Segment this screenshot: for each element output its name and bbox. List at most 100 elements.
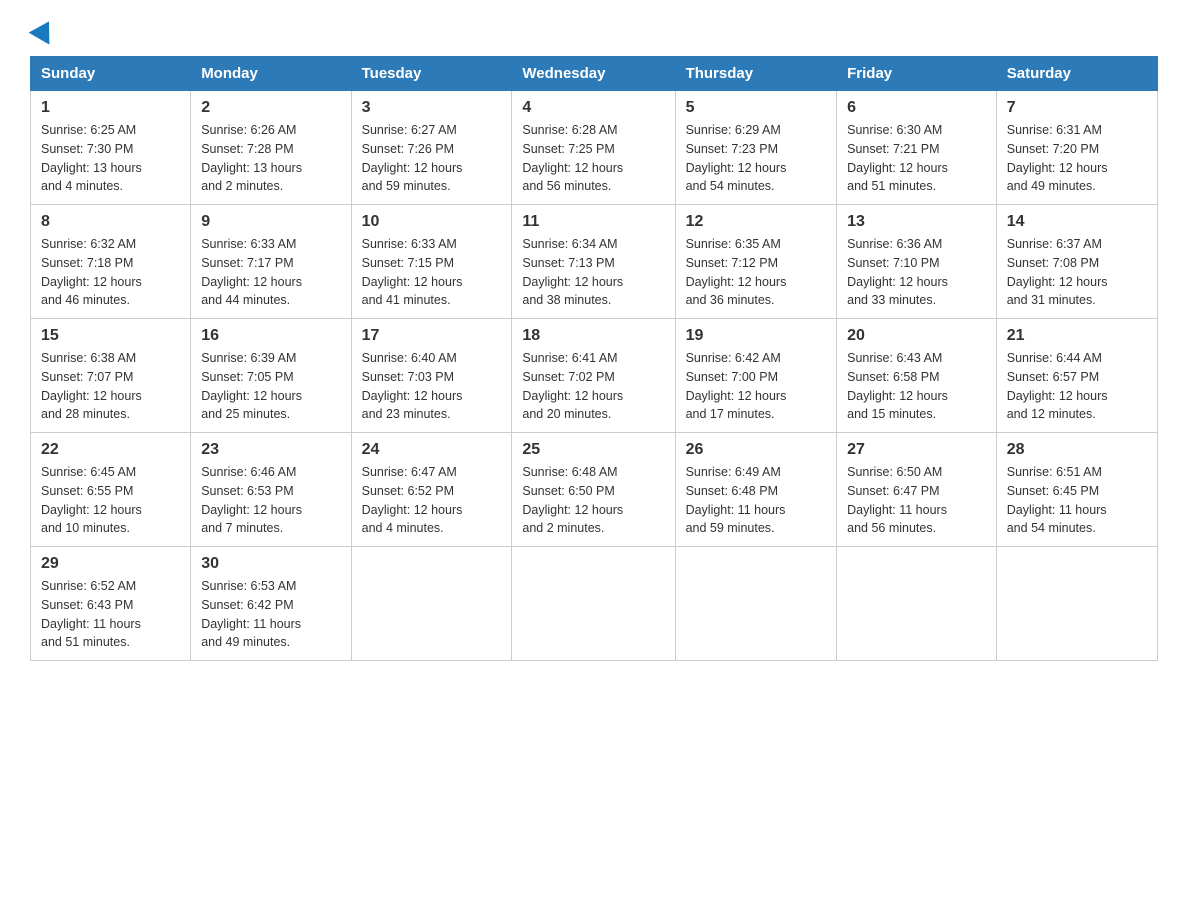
day-info: Sunrise: 6:44 AMSunset: 6:57 PMDaylight:… xyxy=(1007,349,1147,424)
calendar-cell xyxy=(837,547,997,661)
day-number: 12 xyxy=(686,213,827,231)
calendar-cell: 13 Sunrise: 6:36 AMSunset: 7:10 PMDayligh… xyxy=(837,205,997,319)
day-info: Sunrise: 6:25 AMSunset: 7:30 PMDaylight:… xyxy=(41,121,180,196)
day-info: Sunrise: 6:33 AMSunset: 7:15 PMDaylight:… xyxy=(362,235,502,310)
day-number: 10 xyxy=(362,213,502,231)
calendar-cell: 26 Sunrise: 6:49 AMSunset: 6:48 PMDayligh… xyxy=(675,433,837,547)
day-number: 3 xyxy=(362,99,502,117)
day-info: Sunrise: 6:46 AMSunset: 6:53 PMDaylight:… xyxy=(201,463,340,538)
day-number: 1 xyxy=(41,99,180,117)
calendar-cell: 22 Sunrise: 6:45 AMSunset: 6:55 PMDayligh… xyxy=(31,433,191,547)
calendar-header-row: SundayMondayTuesdayWednesdayThursdayFrid… xyxy=(31,57,1158,91)
calendar-cell: 30 Sunrise: 6:53 AMSunset: 6:42 PMDayligh… xyxy=(191,547,351,661)
day-info: Sunrise: 6:42 AMSunset: 7:00 PMDaylight:… xyxy=(686,349,827,424)
day-number: 15 xyxy=(41,327,180,345)
calendar-cell: 10 Sunrise: 6:33 AMSunset: 7:15 PMDayligh… xyxy=(351,205,512,319)
calendar-cell: 9 Sunrise: 6:33 AMSunset: 7:17 PMDaylight… xyxy=(191,205,351,319)
day-number: 14 xyxy=(1007,213,1147,231)
calendar-cell: 20 Sunrise: 6:43 AMSunset: 6:58 PMDayligh… xyxy=(837,319,997,433)
calendar-cell: 14 Sunrise: 6:37 AMSunset: 7:08 PMDayligh… xyxy=(996,205,1157,319)
day-info: Sunrise: 6:33 AMSunset: 7:17 PMDaylight:… xyxy=(201,235,340,310)
calendar-week-2: 8 Sunrise: 6:32 AMSunset: 7:18 PMDaylight… xyxy=(31,205,1158,319)
weekday-header-sunday: Sunday xyxy=(31,57,191,91)
logo-triangle-icon xyxy=(29,15,60,44)
calendar-cell xyxy=(512,547,675,661)
weekday-header-saturday: Saturday xyxy=(996,57,1157,91)
day-info: Sunrise: 6:30 AMSunset: 7:21 PMDaylight:… xyxy=(847,121,986,196)
weekday-header-thursday: Thursday xyxy=(675,57,837,91)
weekday-header-tuesday: Tuesday xyxy=(351,57,512,91)
calendar-cell: 28 Sunrise: 6:51 AMSunset: 6:45 PMDayligh… xyxy=(996,433,1157,547)
calendar-cell: 2Sunrise: 6:26 AMSunset: 7:28 PMDaylight… xyxy=(191,91,351,205)
calendar-cell: 27 Sunrise: 6:50 AMSunset: 6:47 PMDayligh… xyxy=(837,433,997,547)
day-number: 20 xyxy=(847,327,986,345)
calendar-cell: 19 Sunrise: 6:42 AMSunset: 7:00 PMDayligh… xyxy=(675,319,837,433)
calendar-cell: 8 Sunrise: 6:32 AMSunset: 7:18 PMDaylight… xyxy=(31,205,191,319)
calendar-cell xyxy=(351,547,512,661)
day-number: 8 xyxy=(41,213,180,231)
weekday-header-monday: Monday xyxy=(191,57,351,91)
day-number: 22 xyxy=(41,441,180,459)
calendar-week-5: 29Sunrise: 6:52 AMSunset: 6:43 PMDayligh… xyxy=(31,547,1158,661)
calendar-week-4: 22 Sunrise: 6:45 AMSunset: 6:55 PMDayligh… xyxy=(31,433,1158,547)
calendar-cell: 5 Sunrise: 6:29 AMSunset: 7:23 PMDaylight… xyxy=(675,91,837,205)
weekday-header-wednesday: Wednesday xyxy=(512,57,675,91)
day-info: Sunrise: 6:49 AMSunset: 6:48 PMDaylight:… xyxy=(686,463,827,538)
day-number: 28 xyxy=(1007,441,1147,459)
calendar-week-3: 15 Sunrise: 6:38 AMSunset: 7:07 PMDayligh… xyxy=(31,319,1158,433)
day-number: 7 xyxy=(1007,99,1147,117)
calendar-cell: 7Sunrise: 6:31 AMSunset: 7:20 PMDaylight… xyxy=(996,91,1157,205)
day-number: 19 xyxy=(686,327,827,345)
day-number: 4 xyxy=(522,99,664,117)
day-number: 27 xyxy=(847,441,986,459)
calendar-cell xyxy=(996,547,1157,661)
day-number: 25 xyxy=(522,441,664,459)
calendar-cell xyxy=(675,547,837,661)
calendar-table: SundayMondayTuesdayWednesdayThursdayFrid… xyxy=(30,56,1158,661)
calendar-cell: 6Sunrise: 6:30 AMSunset: 7:21 PMDaylight… xyxy=(837,91,997,205)
day-info: Sunrise: 6:53 AMSunset: 6:42 PMDaylight:… xyxy=(201,577,340,652)
calendar-week-1: 1 Sunrise: 6:25 AMSunset: 7:30 PMDaylight… xyxy=(31,91,1158,205)
calendar-cell: 3Sunrise: 6:27 AMSunset: 7:26 PMDaylight… xyxy=(351,91,512,205)
day-info: Sunrise: 6:51 AMSunset: 6:45 PMDaylight:… xyxy=(1007,463,1147,538)
calendar-cell: 25 Sunrise: 6:48 AMSunset: 6:50 PMDayligh… xyxy=(512,433,675,547)
day-info: Sunrise: 6:41 AMSunset: 7:02 PMDaylight:… xyxy=(522,349,664,424)
day-info: Sunrise: 6:48 AMSunset: 6:50 PMDaylight:… xyxy=(522,463,664,538)
day-info: Sunrise: 6:28 AMSunset: 7:25 PMDaylight:… xyxy=(522,121,664,196)
day-info: Sunrise: 6:50 AMSunset: 6:47 PMDaylight:… xyxy=(847,463,986,538)
day-number: 5 xyxy=(686,99,827,117)
calendar-cell: 18Sunrise: 6:41 AMSunset: 7:02 PMDayligh… xyxy=(512,319,675,433)
day-number: 13 xyxy=(847,213,986,231)
day-info: Sunrise: 6:39 AMSunset: 7:05 PMDaylight:… xyxy=(201,349,340,424)
calendar-cell: 23 Sunrise: 6:46 AMSunset: 6:53 PMDayligh… xyxy=(191,433,351,547)
calendar-cell: 21Sunrise: 6:44 AMSunset: 6:57 PMDayligh… xyxy=(996,319,1157,433)
calendar-cell: 1 Sunrise: 6:25 AMSunset: 7:30 PMDaylight… xyxy=(31,91,191,205)
calendar-cell: 4 Sunrise: 6:28 AMSunset: 7:25 PMDaylight… xyxy=(512,91,675,205)
day-number: 16 xyxy=(201,327,340,345)
day-info: Sunrise: 6:47 AMSunset: 6:52 PMDaylight:… xyxy=(362,463,502,538)
day-info: Sunrise: 6:52 AMSunset: 6:43 PMDaylight:… xyxy=(41,577,180,652)
weekday-header-friday: Friday xyxy=(837,57,997,91)
day-number: 24 xyxy=(362,441,502,459)
calendar-cell: 11Sunrise: 6:34 AMSunset: 7:13 PMDayligh… xyxy=(512,205,675,319)
calendar-cell: 12Sunrise: 6:35 AMSunset: 7:12 PMDayligh… xyxy=(675,205,837,319)
calendar-cell: 16 Sunrise: 6:39 AMSunset: 7:05 PMDayligh… xyxy=(191,319,351,433)
day-info: Sunrise: 6:37 AMSunset: 7:08 PMDaylight:… xyxy=(1007,235,1147,310)
day-info: Sunrise: 6:45 AMSunset: 6:55 PMDaylight:… xyxy=(41,463,180,538)
day-info: Sunrise: 6:43 AMSunset: 6:58 PMDaylight:… xyxy=(847,349,986,424)
day-number: 23 xyxy=(201,441,340,459)
day-info: Sunrise: 6:38 AMSunset: 7:07 PMDaylight:… xyxy=(41,349,180,424)
day-info: Sunrise: 6:32 AMSunset: 7:18 PMDaylight:… xyxy=(41,235,180,310)
calendar-cell: 17Sunrise: 6:40 AMSunset: 7:03 PMDayligh… xyxy=(351,319,512,433)
calendar-cell: 15 Sunrise: 6:38 AMSunset: 7:07 PMDayligh… xyxy=(31,319,191,433)
day-info: Sunrise: 6:26 AMSunset: 7:28 PMDaylight:… xyxy=(201,121,340,196)
day-info: Sunrise: 6:29 AMSunset: 7:23 PMDaylight:… xyxy=(686,121,827,196)
day-number: 11 xyxy=(522,213,664,231)
day-number: 17 xyxy=(362,327,502,345)
calendar-cell: 24 Sunrise: 6:47 AMSunset: 6:52 PMDayligh… xyxy=(351,433,512,547)
day-info: Sunrise: 6:36 AMSunset: 7:10 PMDaylight:… xyxy=(847,235,986,310)
logo xyxy=(30,20,58,36)
day-number: 30 xyxy=(201,555,340,573)
day-number: 9 xyxy=(201,213,340,231)
day-number: 26 xyxy=(686,441,827,459)
